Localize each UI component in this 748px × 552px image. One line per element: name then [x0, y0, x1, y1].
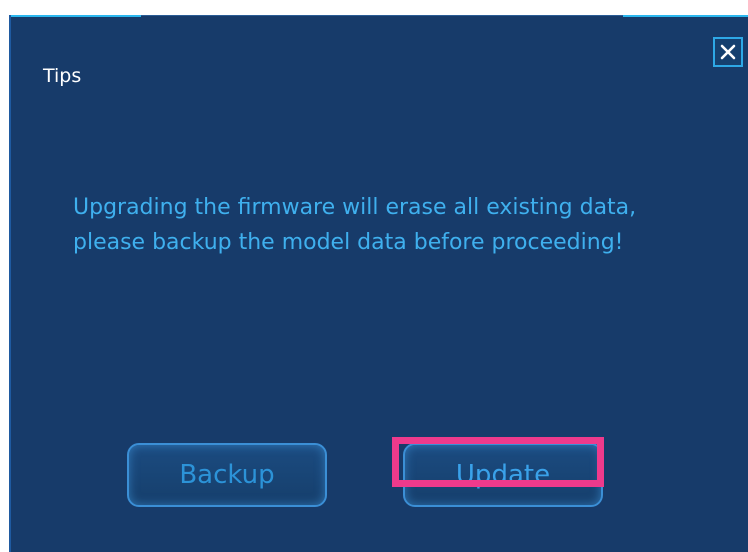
update-button[interactable]: Update	[403, 443, 603, 507]
close-button[interactable]	[713, 37, 743, 67]
close-icon	[720, 44, 736, 60]
dialog-message: Upgrading the firmware will erase all ex…	[73, 195, 637, 255]
dialog-title: Tips	[43, 65, 82, 87]
top-accent-left	[11, 15, 141, 17]
top-accent-right	[623, 15, 748, 17]
top-border	[141, 15, 623, 16]
tips-dialog: Tips Upgrading the firmware will erase a…	[9, 15, 748, 552]
backup-button[interactable]: Backup	[127, 443, 327, 507]
